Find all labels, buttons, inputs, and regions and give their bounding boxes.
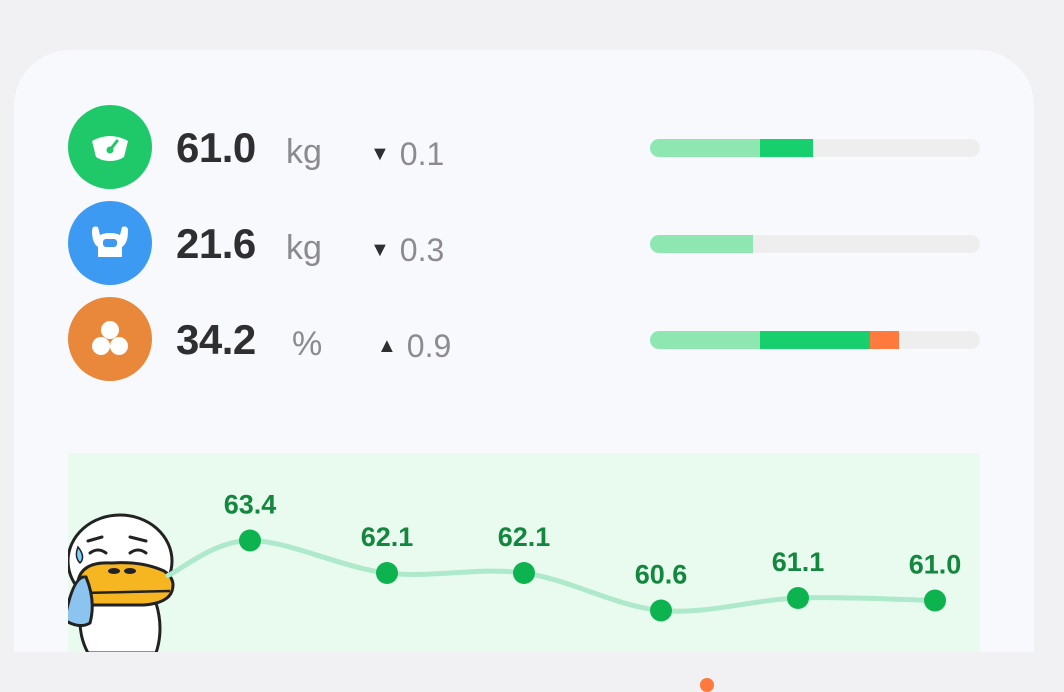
trend-label-5: 61.0 [909, 550, 962, 580]
trend-point-3[interactable] [650, 599, 672, 622]
trend-point-1[interactable] [376, 562, 398, 584]
weight-delta-value: 0.1 [399, 136, 445, 172]
trend-label-2: 62.1 [498, 522, 551, 552]
muscle-level-bar [650, 235, 980, 253]
down-arrow-icon: ▼ [370, 143, 390, 165]
trend-label-3: 60.6 [635, 560, 688, 590]
bottom-strip [0, 652, 1064, 683]
metric-muscle[interactable]: 21.6 kg ▼ 0.3 [14, 198, 1034, 288]
body-fat-delta-value: 0.9 [406, 328, 452, 364]
trend-points [239, 529, 946, 622]
weight-delta: ▼ 0.1 [370, 134, 444, 174]
muscle-delta: ▼ 0.3 [370, 230, 444, 270]
muscle-value: 21.6 [176, 220, 256, 267]
body-fat-level-bar [650, 331, 980, 349]
metric-body-fat[interactable]: 34.2 % ▲ 0.9 [14, 294, 1034, 384]
scale-icon [68, 105, 152, 189]
weight-value: 61.0 [176, 124, 256, 171]
bar-segment-low [650, 331, 760, 349]
body-fat-delta: ▲ 0.9 [377, 326, 451, 366]
trend-point-2[interactable] [513, 562, 535, 584]
bar-segment-normal [760, 331, 870, 349]
trend-point-4[interactable] [787, 587, 809, 609]
trend-point-5[interactable] [924, 589, 946, 612]
weight-level-bar [650, 139, 980, 157]
bar-segment-normal [760, 139, 813, 157]
muscle-delta-value: 0.3 [399, 232, 445, 268]
trend-value-labels: 63.4 62.1 62.1 60.6 61.1 61.0 [224, 490, 962, 590]
bar-segment-low [650, 139, 760, 157]
weight-unit: kg [286, 133, 322, 171]
bar-segment-low [650, 235, 753, 253]
notification-dot [700, 678, 714, 692]
bar-segment-high [870, 331, 899, 349]
weight-trend-chart[interactable]: 63.4 62.1 62.1 60.6 61.1 61.0 [68, 453, 980, 653]
metric-weight[interactable]: 61.0 kg ▼ 0.1 [14, 102, 1034, 192]
muscle-unit: kg [286, 229, 322, 267]
body-fat-value: 34.2 [176, 316, 256, 363]
trend-label-4: 61.1 [772, 547, 825, 577]
trend-label-0: 63.4 [224, 490, 277, 520]
down-arrow-icon: ▼ [370, 239, 390, 261]
body-fat-unit: % [292, 325, 323, 363]
mascot-duck-sweating [68, 513, 175, 653]
up-arrow-icon: ▲ [377, 335, 397, 357]
fat-icon [68, 297, 152, 381]
muscle-icon [68, 201, 152, 285]
chart-canvas: 63.4 62.1 62.1 60.6 61.1 61.0 [68, 490, 962, 653]
trend-point-0[interactable] [239, 529, 261, 552]
trend-label-1: 62.1 [361, 522, 414, 552]
